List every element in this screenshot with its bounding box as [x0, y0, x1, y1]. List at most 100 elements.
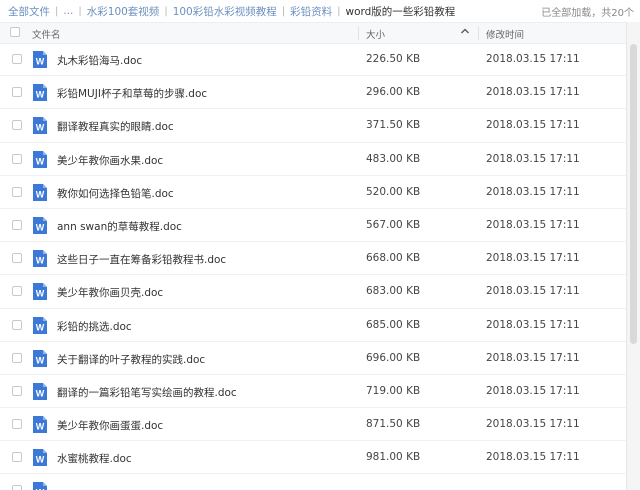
sort-ascending-icon[interactable]: [460, 26, 470, 36]
file-list: W 丸木彩铅海马.doc 226.50 KB 2018.03.15 17:11 …: [0, 43, 626, 490]
svg-text:W: W: [36, 222, 45, 232]
word-doc-icon: W: [32, 382, 48, 401]
column-header-name[interactable]: 文件名: [32, 27, 61, 41]
row-checkbox[interactable]: [12, 485, 22, 490]
row-checkbox[interactable]: [12, 253, 22, 264]
file-name[interactable]: 这些日子一直在筹备彩铅教程书.doc: [57, 252, 226, 267]
svg-text:W: W: [36, 388, 45, 398]
breadcrumb-item[interactable]: 全部文件: [8, 4, 50, 19]
file-name[interactable]: 彩铅的挑选.doc: [57, 319, 132, 334]
svg-text:W: W: [36, 123, 45, 133]
file-size: 483.00 KB: [366, 152, 421, 165]
file-name[interactable]: 关于翻译的叶子教程的实践.doc: [57, 352, 205, 367]
word-doc-icon: W: [32, 316, 48, 335]
file-name[interactable]: 翻译的一篇彩铅笔写实绘画的教程.doc: [57, 385, 237, 400]
file-size: 567.00 KB: [366, 218, 421, 231]
row-checkbox[interactable]: [12, 54, 22, 64]
file-modified-time: 2018.03.15 17:11: [486, 185, 580, 198]
file-modified-time: 2018.03.15 17:11: [486, 451, 580, 464]
svg-text:W: W: [36, 156, 45, 166]
file-row[interactable]: W: [0, 474, 626, 490]
file-name[interactable]: 丸木彩铅海马.doc: [57, 53, 142, 68]
file-row[interactable]: W 关于翻译的叶子教程的实践.doc 696.00 KB 2018.03.15 …: [0, 342, 626, 375]
select-all-checkbox[interactable]: [10, 27, 20, 37]
file-row[interactable]: W ann swan的草莓教程.doc 567.00 KB 2018.03.15…: [0, 209, 626, 243]
row-checkbox[interactable]: [12, 352, 22, 363]
row-checkbox[interactable]: [12, 153, 22, 164]
file-name[interactable]: 教你如何选择色铅笔.doc: [57, 186, 174, 201]
file-row[interactable]: W 彩铅的挑选.doc 685.00 KB 2018.03.15 17:11: [0, 309, 626, 342]
word-doc-icon: W: [32, 116, 48, 135]
file-size: 226.50 KB: [366, 53, 421, 65]
svg-text:W: W: [36, 355, 45, 365]
breadcrumb-item[interactable]: 100彩铅水彩视频教程: [173, 4, 277, 19]
file-row[interactable]: W 美少年教你画贝壳.doc 683.00 KB 2018.03.15 17:1…: [0, 275, 626, 309]
svg-text:W: W: [36, 57, 45, 67]
file-row[interactable]: W 翻译教程真实的眼睛.doc 371.50 KB 2018.03.15 17:…: [0, 109, 626, 143]
file-row[interactable]: W 彩铅MUJI杯子和草莓的步骤.doc 296.00 KB 2018.03.1…: [0, 76, 626, 110]
file-size: 981.00 KB: [366, 451, 421, 464]
file-row[interactable]: W 美少年教你画水果.doc 483.00 KB 2018.03.15 17:1…: [0, 143, 626, 176]
row-checkbox[interactable]: [12, 452, 22, 463]
column-divider: [478, 26, 479, 40]
word-doc-icon: W: [32, 183, 48, 202]
file-modified-time: 2018.03.15 17:11: [486, 285, 580, 298]
word-doc-icon: W: [32, 448, 48, 467]
file-row[interactable]: W 水蜜桃教程.doc 981.00 KB 2018.03.15 17:11: [0, 441, 626, 475]
row-checkbox[interactable]: [12, 419, 22, 430]
file-modified-time: 2018.03.15 17:11: [486, 152, 580, 165]
row-checkbox[interactable]: [12, 120, 22, 131]
file-modified-time: 2018.03.15 17:11: [486, 384, 580, 397]
word-doc-icon: W: [32, 349, 48, 368]
file-row[interactable]: W 美少年教你画蛋蛋.doc 871.50 KB 2018.03.15 17:1…: [0, 408, 626, 442]
breadcrumb-separator: |: [281, 5, 286, 17]
file-name[interactable]: 美少年教你画蛋蛋.doc: [57, 418, 163, 433]
vertical-scrollbar[interactable]: [626, 22, 640, 490]
file-name[interactable]: 美少年教你画贝壳.doc: [57, 285, 163, 300]
file-row[interactable]: W 翻译的一篇彩铅笔写实绘画的教程.doc 719.00 KB 2018.03.…: [0, 375, 626, 409]
breadcrumb-separator: |: [337, 5, 341, 17]
file-size: 719.00 KB: [366, 384, 421, 397]
file-row[interactable]: W 这些日子一直在筹备彩铅教程书.doc 668.00 KB 2018.03.1…: [0, 242, 626, 276]
word-doc-icon: W: [32, 150, 48, 169]
file-modified-time: 2018.03.15 17:11: [486, 318, 580, 331]
column-header-modified[interactable]: 修改时间: [486, 27, 524, 41]
column-header-size[interactable]: 大小: [366, 27, 385, 41]
svg-text:W: W: [36, 256, 45, 266]
file-list-header: 文件名 大小 修改时间: [0, 22, 626, 44]
breadcrumb-separator: |: [55, 5, 59, 17]
row-checkbox[interactable]: [12, 186, 22, 197]
file-name[interactable]: 水蜜桃教程.doc: [57, 451, 132, 466]
svg-text:W: W: [36, 289, 45, 299]
file-name[interactable]: 翻译教程真实的眼睛.doc: [57, 119, 174, 134]
scrollbar-thumb[interactable]: [630, 44, 637, 344]
file-size: 871.50 KB: [366, 418, 421, 431]
breadcrumb-item[interactable]: ...: [63, 5, 73, 17]
word-doc-icon: W: [32, 282, 48, 301]
file-browser: 全部文件 |... | 水彩100套视频 | 100彩铅水彩视频教程 | 彩铅资料 | word版…: [0, 0, 640, 490]
file-modified-time: 2018.03.15 17:11: [486, 53, 580, 65]
breadcrumb-separator: |: [164, 5, 168, 17]
row-checkbox[interactable]: [12, 219, 22, 230]
file-modified-time: 2018.03.15 17:11: [486, 252, 580, 265]
file-name[interactable]: 彩铅MUJI杯子和草莓的步骤.doc: [57, 86, 207, 101]
file-name[interactable]: ann swan的草莓教程.doc: [57, 219, 182, 234]
file-row[interactable]: W 丸木彩铅海马.doc 226.50 KB 2018.03.15 17:11: [0, 43, 626, 77]
row-checkbox[interactable]: [12, 87, 22, 98]
svg-text:W: W: [36, 322, 45, 332]
file-size: 683.00 KB: [366, 285, 421, 298]
file-row[interactable]: W 教你如何选择色铅笔.doc 520.00 KB 2018.03.15 17:…: [0, 176, 626, 209]
row-checkbox[interactable]: [12, 286, 22, 297]
breadcrumb-item[interactable]: 水彩100套视频: [87, 4, 160, 19]
row-checkbox[interactable]: [12, 319, 22, 330]
svg-text:W: W: [36, 455, 45, 465]
file-size: 296.00 KB: [366, 86, 421, 99]
word-doc-icon: W: [32, 249, 48, 268]
file-size: 668.00 KB: [366, 252, 421, 265]
breadcrumb-item[interactable]: 彩铅资料: [290, 4, 332, 19]
breadcrumb-separator: |: [78, 5, 82, 17]
file-modified-time: 2018.03.15 17:11: [486, 418, 580, 431]
breadcrumb-current: word版的一些彩铅教程: [345, 5, 456, 18]
file-name[interactable]: 美少年教你画水果.doc: [57, 153, 163, 168]
row-checkbox[interactable]: [12, 385, 22, 396]
